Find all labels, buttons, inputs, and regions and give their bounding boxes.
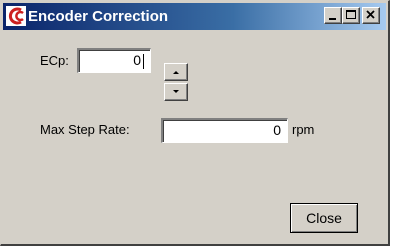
text-caret [143,53,144,69]
max-step-rate-label: Max Step Rate: [40,122,130,137]
max-step-rate-input[interactable]: 0 [161,118,288,143]
maximize-icon [346,10,356,19]
arrow-up-icon [173,71,179,74]
ecp-decrement-button[interactable] [164,83,188,101]
close-button[interactable]: Close [290,203,358,233]
ecp-value: 0 [133,52,141,68]
minimize-icon [329,18,336,20]
ecp-increment-button[interactable] [164,63,188,81]
title-bar[interactable]: Encoder Correction [3,3,386,30]
app-logo-icon[interactable] [6,6,26,26]
maximize-button[interactable] [342,7,360,24]
minimize-button[interactable] [324,7,342,24]
window-title: Encoder Correction [28,8,169,25]
close-window-button[interactable] [362,7,380,24]
ecp-label: ECp: [40,53,69,68]
close-icon [366,10,375,19]
arrow-down-icon [173,90,179,93]
rpm-unit-label: rpm [292,122,315,137]
max-step-rate-value: 0 [273,122,281,138]
ecp-input[interactable]: 0 [77,48,151,73]
